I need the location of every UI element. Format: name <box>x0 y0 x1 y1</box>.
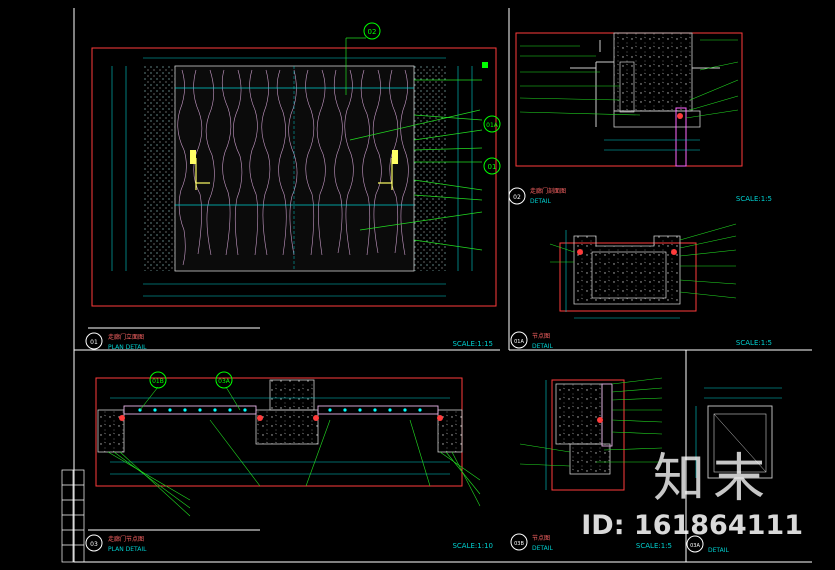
panel-01-number: 01 <box>90 339 98 346</box>
panel-01a-scale: SCALE:1:5 <box>736 339 772 347</box>
callout-label-01a: 01A <box>486 122 499 129</box>
panel-01-title: 走廊门立面图 <box>108 333 144 341</box>
panel-02-subtitle: DETAIL <box>530 198 551 205</box>
panel-02-number: 02 <box>513 194 521 201</box>
panel-03b-subtitle: DETAIL <box>532 545 553 552</box>
callout-label-01: 01 <box>488 163 497 171</box>
callout-label-02: 02 <box>368 28 377 36</box>
panel-03a-subtitle: DETAIL <box>708 547 729 554</box>
callout-label-01b: 01B <box>152 378 164 385</box>
panel-03b-title: 节点图 <box>532 534 550 542</box>
panel-03b-scale: SCALE:1:5 <box>636 542 672 550</box>
panel-01-subtitle: PLAN DETAIL <box>108 344 147 351</box>
panel-03-plan: 01B 03A 03 走廊门节点图 PLAN DETAIL SCALE:1:10 <box>85 371 493 553</box>
panel-02-section: 02 走廊门剖面图 DETAIL SCALE:1:5 <box>508 32 772 205</box>
panel-01-elevation: 02 01A 01 01 走廊门立面图 PLAN DETAIL SCALE:1:… <box>85 22 501 351</box>
panel-03-scale: SCALE:1:10 <box>452 542 493 550</box>
panel-03-number: 03 <box>90 541 98 548</box>
panel-03-subtitle: PLAN DETAIL <box>108 546 147 553</box>
panel-02-title: 走廊门剖面图 <box>530 187 566 195</box>
panel-02-scale: SCALE:1:5 <box>736 195 772 203</box>
panel-03b-number: 03B <box>514 541 524 547</box>
panel-01a-node: 01A 节点图 DETAIL SCALE:1:5 <box>510 223 772 350</box>
panel-01a-subtitle: DETAIL <box>532 343 553 350</box>
title-block <box>61 469 85 563</box>
panel-03a-number: 03A <box>690 543 700 549</box>
watermark-logo: 知末 <box>652 449 773 509</box>
watermark-id: ID: 161864111 <box>581 510 803 541</box>
panel-01a-number: 01A <box>514 339 524 345</box>
panel-01-scale: SCALE:1:15 <box>452 340 493 348</box>
panel-03-title: 走廊门节点图 <box>108 535 144 543</box>
callout-label-03a: 03A <box>218 378 231 385</box>
panel-01a-title: 节点图 <box>532 332 550 340</box>
